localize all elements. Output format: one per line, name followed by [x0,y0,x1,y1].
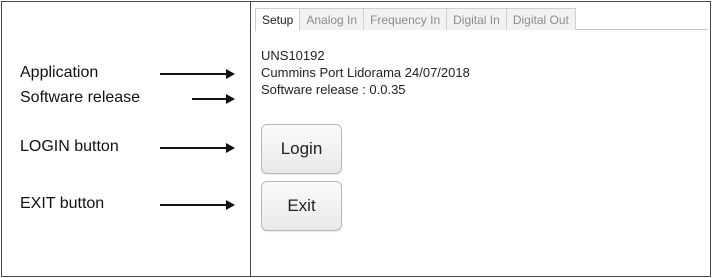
exit-button[interactable]: Exit [261,181,342,231]
annotation-application: Application [20,64,99,81]
annotation-login-button: LOGIN button [20,138,119,155]
software-release-text: Software release : 0.0.35 [261,82,406,97]
arrow-icon [160,142,235,154]
application-text: Cummins Port Lidorama 24/07/2018 [261,65,470,80]
tab-bar: Setup Analog In Frequency In Digital In … [255,8,708,31]
unit-id-text: UNS10192 [261,48,325,63]
tab-frequency-in[interactable]: Frequency In [363,8,448,30]
tab-bar-spacer [575,8,708,29]
arrow-icon [160,199,235,211]
annotation-exit-button: EXIT button [20,195,105,212]
login-button[interactable]: Login [261,124,342,174]
tab-digital-out[interactable]: Digital Out [505,8,576,30]
tab-setup[interactable]: Setup [255,8,301,31]
tab-digital-in[interactable]: Digital In [446,8,507,30]
tab-analog-in[interactable]: Analog In [299,8,365,30]
annotation-software-release: Software release [20,89,141,106]
annotation-divider [250,1,251,277]
arrow-icon [192,93,235,105]
arrow-icon [160,68,235,80]
